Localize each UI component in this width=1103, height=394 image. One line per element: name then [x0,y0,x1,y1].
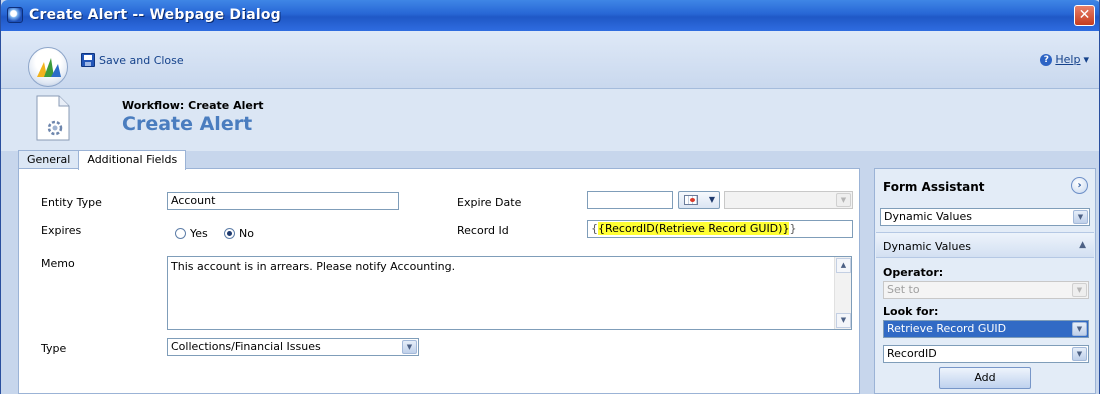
memo-text: This account is in arrears. Please notif… [171,260,456,273]
type-label: Type [41,342,67,355]
chevron-down-icon[interactable]: ▼ [1073,210,1088,224]
type-value: Collections/Financial Issues [171,340,321,353]
expires-no-label: No [239,227,254,240]
memo-textarea[interactable]: This account is in arrears. Please notif… [167,256,852,330]
memo-label: Memo [41,257,75,270]
chevron-down-icon: ▼ [836,193,851,207]
expires-no-radio[interactable] [224,228,235,239]
help-menu[interactable]: ? Help ▾ [1040,53,1089,66]
save-icon [81,53,95,67]
collapse-panel-icon[interactable]: › [1071,177,1088,194]
record-id-label: Record Id [457,224,509,237]
assistant-category-select[interactable]: Dynamic Values ▼ [880,208,1090,226]
chevron-down-icon[interactable]: ▼ [1072,347,1087,361]
collapse-section-icon[interactable]: ▲ [1079,240,1086,250]
add-button[interactable]: Add [939,367,1031,389]
form-assistant-title: Form Assistant [883,180,985,194]
memo-scrollbar[interactable]: ▲ ▼ [834,257,851,329]
entity-type-label: Entity Type [41,196,102,209]
entity-type-field[interactable]: Account [167,192,399,210]
help-icon: ? [1040,53,1053,66]
expires-yes-option[interactable]: Yes [175,227,208,240]
title-bar: Create Alert -- Webpage Dialog ✕ [1,0,1099,31]
dynamic-values-section-header[interactable]: Dynamic Values ▲ [876,232,1094,258]
dynamic-value-token[interactable]: {RecordID(Retrieve Record GUID)} [598,222,790,235]
chevron-down-icon: ▾ [1083,53,1089,66]
look-for-select[interactable]: Retrieve Record GUID ▼ [883,320,1089,338]
ie-icon [7,7,23,23]
scroll-up-icon[interactable]: ▲ [836,258,851,273]
form-assistant-panel: Form Assistant › Dynamic Values ▼ Dynami… [874,168,1096,394]
close-brace: } [789,222,797,235]
dialog-window: Create Alert -- Webpage Dialog ✕ Save an… [0,0,1100,394]
save-and-close-button[interactable]: Save and Close [81,51,184,69]
expires-no-option[interactable]: No [224,227,254,240]
open-brace: { [591,222,598,235]
look-for-label: Look for: [883,305,939,318]
operator-select: Set to ▼ [883,281,1089,299]
operator-value: Set to [887,283,920,296]
look-for-value: Retrieve Record GUID [887,322,1007,335]
chevron-down-icon: ▼ [708,195,715,204]
expires-yes-label: Yes [190,227,208,240]
attribute-select[interactable]: RecordID ▼ [883,345,1089,363]
record-id-field[interactable]: {{RecordID(Retrieve Record GUID)}} [587,220,853,238]
expire-time-select: ▼ [724,191,853,209]
expires-label: Expires [41,224,82,237]
window-title: Create Alert -- Webpage Dialog [29,7,281,23]
save-and-close-label: Save and Close [99,53,184,67]
chevron-down-icon: ▼ [1072,283,1087,297]
date-picker-button[interactable]: ▼ [678,191,720,209]
tab-general[interactable]: General [18,150,80,169]
assistant-category-value: Dynamic Values [884,210,972,223]
scroll-down-icon[interactable]: ▼ [836,313,851,328]
dynamic-values-section-label: Dynamic Values [883,240,971,253]
tab-additional-fields[interactable]: Additional Fields [78,150,187,170]
tab-strip: General Additional Fields [18,150,187,170]
form-body: Entity Type Account Expires Yes No Memo … [18,168,860,394]
crm-logo-icon[interactable] [28,47,68,87]
chevron-down-icon[interactable]: ▼ [402,340,417,354]
page-title: Create Alert [122,113,253,135]
calendar-icon [684,195,698,205]
workflow-document-icon [36,95,70,141]
expire-date-field[interactable] [587,191,673,209]
close-button[interactable]: ✕ [1074,5,1095,26]
help-label: Help [1055,53,1081,66]
toolbar: Save and Close ? Help ▾ [1,31,1099,89]
chevron-down-icon[interactable]: ▼ [1072,322,1087,336]
type-select[interactable]: Collections/Financial Issues ▼ [167,338,419,356]
expire-date-label: Expire Date [457,196,522,209]
expires-yes-radio[interactable] [175,228,186,239]
workflow-label: Workflow: Create Alert [122,99,264,112]
attribute-value: RecordID [887,347,937,360]
operator-label: Operator: [883,266,944,279]
form-header: Workflow: Create Alert Create Alert [1,89,1099,151]
